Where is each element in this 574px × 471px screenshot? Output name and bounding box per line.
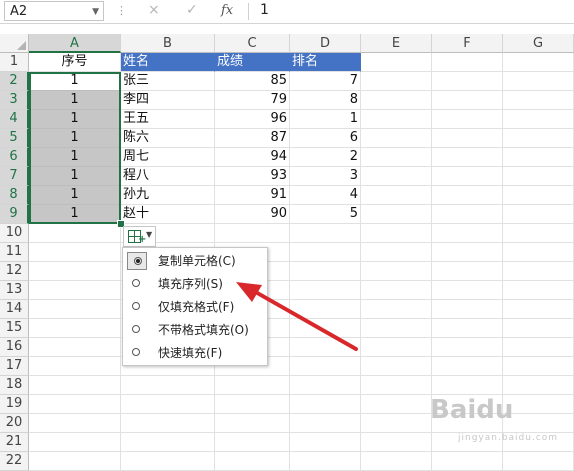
- watermark-logo-text: Baidu: [430, 395, 514, 425]
- baidu-watermark: Baidu jingyan.baidu.com: [430, 395, 570, 455]
- watermark-sub-text: jingyan.baidu.com: [458, 433, 559, 443]
